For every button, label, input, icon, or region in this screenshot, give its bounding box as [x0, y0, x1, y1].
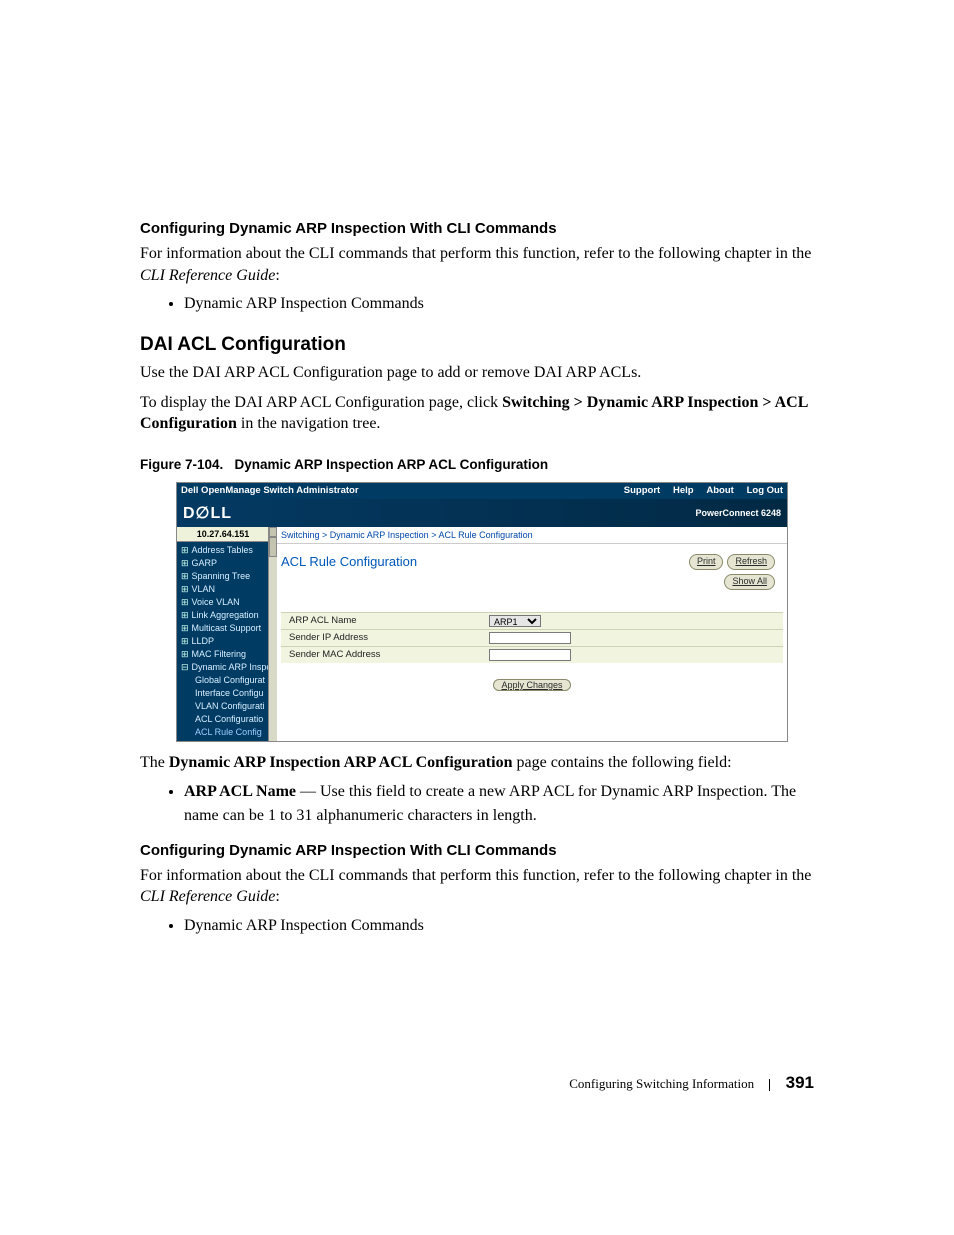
- device-model: PowerConnect 6248: [695, 508, 781, 518]
- crumb-switching[interactable]: Switching: [281, 530, 320, 540]
- menu-support[interactable]: Support: [624, 485, 660, 496]
- figure-screenshot: Dell OpenManage Switch Administrator Sup…: [176, 482, 788, 742]
- cli2-ref: CLI Reference Guide: [140, 888, 275, 905]
- tree-sub-vlan[interactable]: VLAN Configurati: [195, 700, 269, 713]
- scroll-up-button[interactable]: [269, 527, 277, 537]
- crumb-dai[interactable]: Dynamic ARP Inspection: [330, 530, 429, 540]
- refresh-button[interactable]: Refresh: [727, 554, 775, 570]
- tree-vlan[interactable]: VLAN: [192, 584, 216, 594]
- postfig-b: Dynamic ARP Inspection ARP ACL Configura…: [169, 754, 513, 771]
- tree-voice-vlan[interactable]: Voice VLAN: [192, 597, 240, 607]
- tree-sub-global[interactable]: Global Configurat: [195, 674, 269, 687]
- input-sender-mac[interactable]: [489, 649, 571, 661]
- tree-lldp[interactable]: LLDP: [192, 636, 215, 646]
- postfig-a: The: [140, 754, 169, 771]
- dai-paragraph-1: Use the DAI ARP ACL Configuration page t…: [140, 362, 814, 384]
- label-arp-acl-name: ARP ACL Name: [281, 615, 489, 626]
- heading-cli-2: Configuring Dynamic ARP Inspection With …: [140, 842, 814, 859]
- fig-logo-row: D∅LL PowerConnect 6248: [177, 499, 787, 527]
- fig-app-title: Dell OpenManage Switch Administrator: [181, 485, 614, 496]
- fig-sidebar: 10.27.64.151 ⊞Address Tables ⊞GARP ⊞Span…: [177, 527, 269, 741]
- sidebar-ip: 10.27.64.151: [177, 527, 269, 542]
- dai-paragraph-2: To display the DAI ARP ACL Configuration…: [140, 392, 814, 435]
- breadcrumb: Switching > Dynamic ARP Inspection > ACL…: [277, 527, 787, 544]
- cli2-paragraph: For information about the CLI commands t…: [140, 865, 814, 908]
- tree-garp[interactable]: GARP: [192, 558, 218, 568]
- postfig-paragraph: The Dynamic ARP Inspection ARP ACL Confi…: [140, 752, 814, 774]
- tree-mac-filtering[interactable]: MAC Filtering: [192, 649, 247, 659]
- crumb-acl-rule[interactable]: ACL Rule Configuration: [438, 530, 532, 540]
- menu-about[interactable]: About: [706, 485, 733, 496]
- tree-link-aggregation[interactable]: Link Aggregation: [192, 610, 259, 620]
- cli2-text-a: For information about the CLI commands t…: [140, 867, 811, 884]
- select-arp-acl-name[interactable]: ARP1: [489, 615, 541, 627]
- cli1-text-b: :: [275, 267, 279, 284]
- tree-sub-acl-config[interactable]: ACL Configuratio: [195, 713, 269, 726]
- menu-help[interactable]: Help: [673, 485, 694, 496]
- footer-section: Configuring Switching Information: [569, 1076, 754, 1091]
- bullet-dai-commands-1: Dynamic ARP Inspection Commands: [184, 292, 814, 316]
- field-bullet: ARP ACL Name — Use this field to create …: [184, 780, 814, 828]
- tree-sub-interface[interactable]: Interface Configu: [195, 687, 269, 700]
- tree-multicast[interactable]: Multicast Support: [192, 623, 262, 633]
- label-sender-mac: Sender MAC Address: [281, 649, 489, 660]
- figure-title: Dynamic ARP Inspection ARP ACL Configura…: [235, 457, 549, 472]
- bullet-dai-commands-2: Dynamic ARP Inspection Commands: [184, 914, 814, 938]
- dell-logo: D∅LL: [183, 503, 232, 523]
- cli1-ref: CLI Reference Guide: [140, 267, 275, 284]
- cli1-paragraph: For information about the CLI commands t…: [140, 243, 814, 286]
- heading-cli-1: Configuring Dynamic ARP Inspection With …: [140, 220, 814, 237]
- fig-main: Switching > Dynamic ARP Inspection > ACL…: [269, 527, 787, 741]
- figure-number: Figure 7-104.: [140, 457, 223, 472]
- tree-sub-acl-rule[interactable]: ACL Rule Config: [195, 726, 269, 739]
- apply-changes-button[interactable]: Apply Changes: [493, 679, 570, 691]
- field-name-label: ARP ACL Name: [184, 783, 296, 800]
- tree-dai[interactable]: Dynamic ARP Inspe: [192, 662, 269, 672]
- sidebar-scrollbar[interactable]: [268, 527, 277, 741]
- postfig-c: page contains the following field:: [512, 754, 731, 771]
- cli2-text-b: :: [275, 888, 279, 905]
- show-all-button[interactable]: Show All: [724, 574, 775, 590]
- figure-caption: Figure 7-104. Dynamic ARP Inspection ARP…: [140, 457, 814, 472]
- fig-topbar: Dell OpenManage Switch Administrator Sup…: [177, 483, 787, 499]
- footer-separator: [769, 1079, 770, 1091]
- dai-p2-a: To display the DAI ARP ACL Configuration…: [140, 394, 502, 411]
- heading-dai-acl: DAI ACL Configuration: [140, 334, 814, 356]
- tree-spanning-tree[interactable]: Spanning Tree: [192, 571, 251, 581]
- page-footer: Configuring Switching Information 391: [569, 1073, 814, 1093]
- nav-tree[interactable]: ⊞Address Tables ⊞GARP ⊞Spanning Tree ⊞VL…: [177, 542, 269, 741]
- footer-page-number: 391: [786, 1073, 814, 1092]
- tree-address-tables[interactable]: Address Tables: [192, 545, 253, 555]
- print-button[interactable]: Print: [689, 554, 724, 570]
- scroll-thumb[interactable]: [269, 537, 277, 557]
- input-sender-ip[interactable]: [489, 632, 571, 644]
- dai-p2-c: in the navigation tree.: [237, 415, 381, 432]
- acl-form: ARP ACL Name ARP1 Sender IP Address Send…: [281, 612, 783, 663]
- cli1-text-a: For information about the CLI commands t…: [140, 245, 811, 262]
- label-sender-ip: Sender IP Address: [281, 632, 489, 643]
- menu-logout[interactable]: Log Out: [747, 485, 783, 496]
